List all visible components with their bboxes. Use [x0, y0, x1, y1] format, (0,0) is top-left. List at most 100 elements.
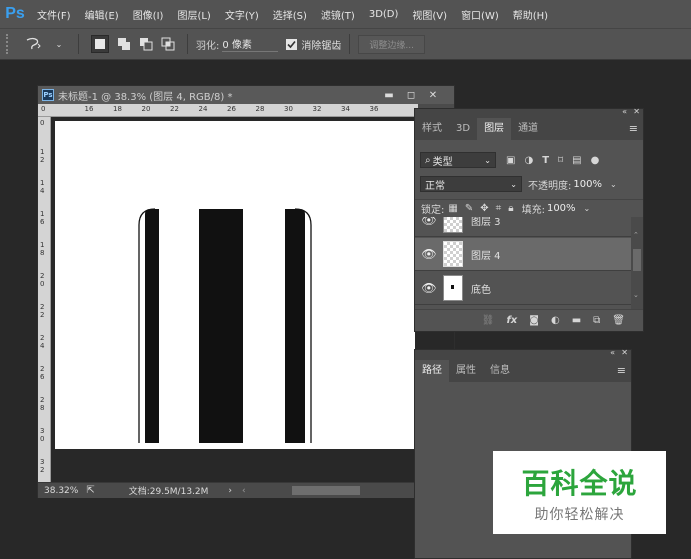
- panel-menu-icon[interactable]: ≡: [629, 118, 643, 140]
- document-title: 未标题-1 @ 38.3% (图层 4, RGB/8) *: [58, 91, 233, 103]
- layer-thumbnail: [443, 217, 463, 233]
- ruler-tick-label: 1 4: [40, 179, 45, 195]
- new-selection-icon[interactable]: [91, 35, 109, 53]
- filter-type-icon[interactable]: T: [542, 155, 549, 166]
- layer-list-scrollbar[interactable]: ⌃ ⌄: [631, 217, 643, 309]
- lock-artboard-icon[interactable]: ⌗: [496, 203, 502, 214]
- layer-row[interactable]: 👁︎ 图层 3: [415, 217, 631, 237]
- menu-help[interactable]: 帮助(H): [506, 7, 555, 22]
- panel-close-icon[interactable]: ✕: [621, 348, 628, 357]
- menu-file[interactable]: 文件(F): [30, 7, 78, 22]
- delete-layer-trash-icon[interactable]: 🗑︎: [612, 315, 625, 326]
- visibility-eye-icon[interactable]: 👁︎: [415, 217, 443, 227]
- lasso-tool-icon[interactable]: [22, 37, 44, 51]
- antialias-checkbox[interactable]: [286, 38, 298, 50]
- striped-cup-artwork: [138, 208, 312, 443]
- menu-type[interactable]: 文字(Y): [218, 7, 266, 22]
- scroll-left-icon[interactable]: ‹: [242, 486, 246, 496]
- ruler-tick-label: 20: [141, 105, 151, 113]
- menu-view[interactable]: 视图(V): [405, 7, 454, 22]
- collapse-icon[interactable]: «: [610, 348, 615, 357]
- tab-info[interactable]: 信息: [483, 360, 517, 382]
- visibility-eye-icon[interactable]: 👁︎: [415, 247, 443, 261]
- visibility-eye-icon[interactable]: 👁︎: [415, 281, 443, 295]
- filter-toggle-icon[interactable]: ●: [591, 155, 600, 166]
- zoom-readout[interactable]: 38.32%: [44, 486, 78, 496]
- tab-layers[interactable]: 图层: [477, 118, 512, 140]
- scrollbar-thumb[interactable]: [633, 249, 641, 271]
- new-layer-icon[interactable]: ⧉: [593, 315, 600, 326]
- opacity-input[interactable]: 100%: [573, 179, 602, 190]
- menu-edit[interactable]: 编辑(E): [78, 7, 126, 22]
- menu-select[interactable]: 选择(S): [266, 7, 314, 22]
- refine-edge-button[interactable]: 调整边缘...: [358, 34, 425, 54]
- menu-window[interactable]: 窗口(W): [454, 7, 506, 22]
- menu-layer[interactable]: 图层(L): [170, 7, 217, 22]
- add-selection-icon[interactable]: [117, 37, 131, 51]
- document-status-bar: 38.32% ⇱ 文档:29.5M/13.2M › ‹: [38, 482, 454, 498]
- chevron-down-icon[interactable]: ⌄: [610, 180, 617, 189]
- ruler-tick-label: 2 8: [40, 396, 45, 412]
- tab-styles[interactable]: 样式: [415, 118, 449, 140]
- chevron-down-icon[interactable]: ⌄: [584, 204, 591, 213]
- filter-adjustment-icon[interactable]: ◑: [524, 155, 533, 166]
- close-icon[interactable]: ✕: [422, 88, 444, 102]
- layer-style-fx-icon[interactable]: fx: [506, 315, 517, 326]
- horizontal-scrollbar[interactable]: [291, 486, 360, 495]
- panel-close-icon[interactable]: ✕: [633, 107, 640, 116]
- layer-thumbnail: [443, 241, 463, 267]
- intersect-selection-icon[interactable]: [161, 37, 175, 51]
- ruler-tick-label: 0: [40, 119, 45, 127]
- blend-mode-select[interactable]: 正常 ⌄: [420, 176, 522, 192]
- collapse-icon[interactable]: «: [622, 107, 627, 116]
- export-icon[interactable]: ⇱: [86, 485, 94, 496]
- add-mask-icon[interactable]: ◙: [529, 315, 539, 326]
- menu-filter[interactable]: 滤镜(T): [314, 7, 362, 22]
- fill-input[interactable]: 100%: [547, 203, 576, 214]
- feather-input[interactable]: 0 像素: [222, 36, 279, 52]
- ruler-tick-label: 16: [84, 105, 94, 113]
- blend-row: 正常 ⌄ 不透明度: 100% ⌄: [415, 174, 643, 194]
- canvas-area[interactable]: [51, 117, 454, 482]
- lock-transparent-icon[interactable]: ▦: [448, 203, 457, 214]
- lock-image-icon[interactable]: ✎: [465, 203, 473, 214]
- ruler-tick-label: 34: [341, 105, 350, 113]
- panel-menu-icon[interactable]: ≡: [617, 360, 631, 382]
- panel-header[interactable]: « ✕: [415, 348, 631, 360]
- lock-position-icon[interactable]: ✥: [480, 203, 488, 214]
- menu-3d[interactable]: 3D(D): [362, 9, 406, 20]
- panel-header[interactable]: « ✕: [415, 107, 643, 118]
- link-layers-icon[interactable]: ⛓︎: [482, 315, 495, 326]
- minimize-icon[interactable]: ▬: [378, 88, 400, 102]
- filter-smartobject-icon[interactable]: ▤: [572, 155, 581, 166]
- tab-paths[interactable]: 路径: [415, 360, 449, 382]
- filter-kind-select[interactable]: ⌕ 类型 ⌄: [420, 152, 496, 168]
- layer-row[interactable]: 👁︎ 底色: [415, 272, 631, 305]
- doc-size-info[interactable]: 文档:29.5M/13.2M: [129, 484, 209, 497]
- tab-properties[interactable]: 属性: [449, 360, 483, 382]
- ruler-tick-label: 0: [41, 105, 46, 113]
- chevron-down-icon[interactable]: ⌄: [52, 37, 66, 51]
- scroll-up-icon[interactable]: ⌃: [633, 231, 639, 239]
- document-canvas[interactable]: [55, 121, 415, 449]
- menu-image[interactable]: 图像(I): [126, 7, 171, 22]
- layer-name: 图层 3: [471, 217, 501, 228]
- paths-panel-tabs: 路径 属性 信息 ≡: [415, 360, 631, 382]
- grip-handle[interactable]: [6, 34, 18, 54]
- tab-channels[interactable]: 通道: [511, 118, 545, 140]
- chevron-down-icon: ⌄: [510, 179, 517, 189]
- lock-all-icon[interactable]: 🔒︎: [508, 203, 513, 214]
- document-titlebar[interactable]: Ps 未标题-1 @ 38.3% (图层 4, RGB/8) * ▬ ◻ ✕: [38, 86, 454, 104]
- subtract-selection-icon[interactable]: [139, 37, 153, 51]
- maximize-icon[interactable]: ◻: [400, 88, 422, 102]
- filter-pixel-icon[interactable]: ▣: [506, 155, 515, 166]
- layer-row-selected[interactable]: 👁︎ 图层 4: [415, 238, 631, 271]
- scroll-down-icon[interactable]: ⌄: [633, 291, 639, 299]
- filter-shape-icon[interactable]: ⌑: [558, 155, 563, 166]
- status-menu-arrow-icon[interactable]: ›: [228, 486, 232, 496]
- tab-3d[interactable]: 3D: [449, 118, 477, 140]
- divider: [349, 34, 351, 54]
- filter-kind-value: 类型: [432, 156, 453, 168]
- new-group-folder-icon[interactable]: ▬: [572, 315, 581, 326]
- new-adjustment-icon[interactable]: ◐: [551, 315, 560, 326]
